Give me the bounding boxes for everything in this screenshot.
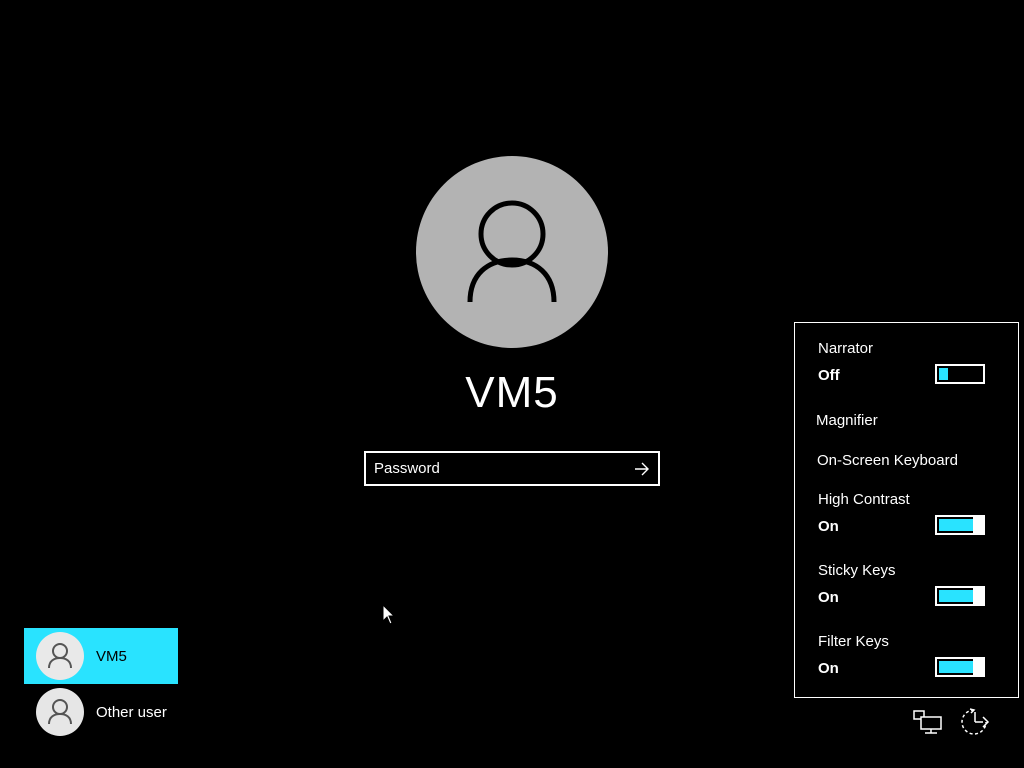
sticky-keys-state: On — [818, 589, 839, 606]
sticky-keys-label: Sticky Keys — [818, 562, 896, 579]
toggle-fill — [939, 590, 975, 602]
avatar — [36, 632, 84, 680]
network-icon[interactable] — [912, 708, 944, 736]
toggle-fill — [939, 368, 948, 380]
username-title: VM5 — [465, 368, 559, 417]
submit-arrow-button[interactable] — [630, 457, 654, 480]
toggle-fill — [939, 519, 975, 531]
high-contrast-toggle[interactable] — [935, 515, 985, 535]
high-contrast-label: High Contrast — [818, 491, 910, 508]
password-input[interactable] — [366, 453, 624, 484]
filter-keys-label: Filter Keys — [818, 633, 889, 650]
filter-keys-state: On — [818, 660, 839, 677]
onscreen-keyboard-item[interactable]: On-Screen Keyboard — [817, 452, 958, 469]
mouse-cursor-icon — [382, 604, 396, 625]
ease-of-access-icon[interactable] — [958, 706, 994, 738]
narrator-label: Narrator — [818, 340, 874, 357]
user-tile-name: Other user — [96, 703, 167, 721]
ease-of-access-panel: Narrator Off Magnifier On-Screen Keyboar… — [794, 322, 1019, 698]
magnifier-item[interactable]: Magnifier — [816, 412, 878, 429]
person-icon — [467, 200, 557, 303]
password-field-container — [364, 451, 660, 486]
user-tile-other-user[interactable]: Other user — [24, 684, 178, 740]
arrow-right-icon — [635, 462, 649, 475]
narrator-toggle[interactable] — [935, 364, 985, 384]
sticky-keys-toggle[interactable] — [935, 586, 985, 606]
avatar — [36, 688, 84, 736]
person-icon — [48, 699, 72, 725]
user-tile-vm5[interactable]: VM5 — [24, 628, 178, 684]
person-icon — [48, 643, 72, 669]
user-list: VM5 Other user — [24, 628, 178, 740]
user-avatar-large — [416, 156, 608, 348]
high-contrast-state: On — [818, 518, 839, 535]
filter-keys-toggle[interactable] — [935, 657, 985, 677]
narrator-state: Off — [818, 367, 840, 384]
user-tile-name: VM5 — [96, 647, 127, 665]
toggle-fill — [939, 661, 975, 673]
